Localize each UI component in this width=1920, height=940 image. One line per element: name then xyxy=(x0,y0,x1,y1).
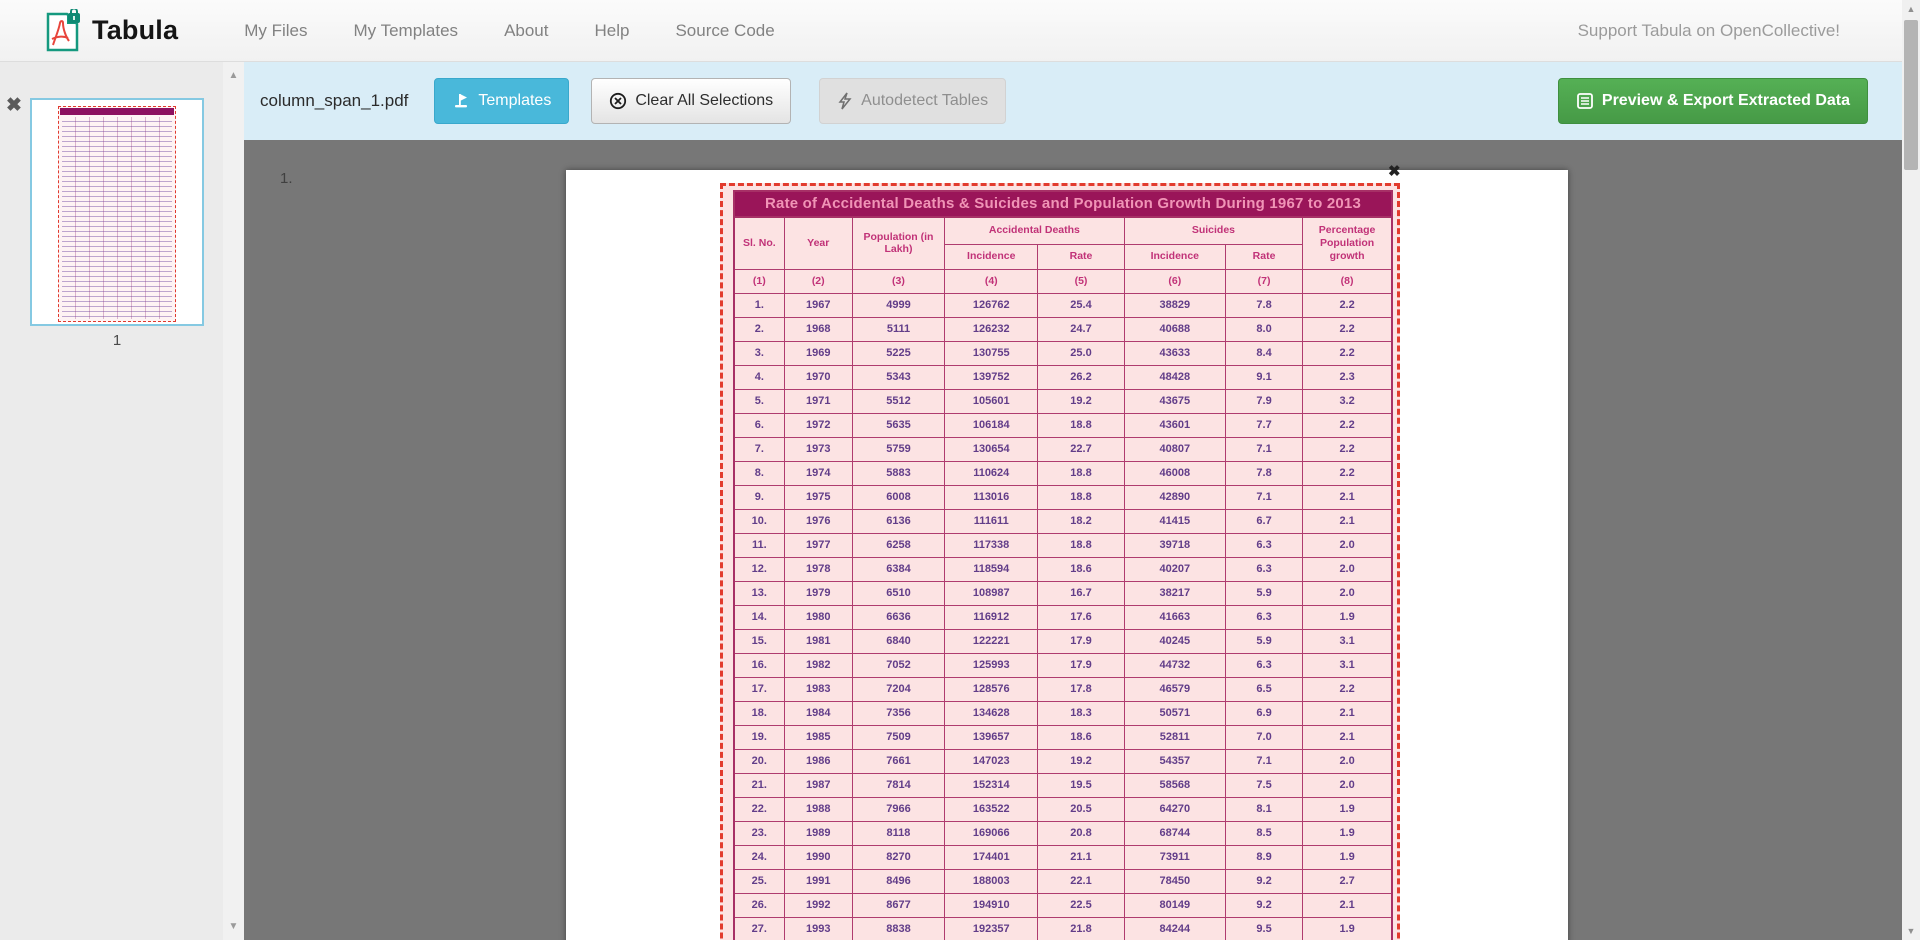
scrollbar-thumb[interactable] xyxy=(1904,20,1918,170)
support-link[interactable]: Support Tabula on OpenCollective! xyxy=(1578,21,1840,41)
nav-item-source-code[interactable]: Source Code xyxy=(675,21,774,41)
table-export-icon xyxy=(1576,92,1594,110)
template-icon xyxy=(452,92,470,110)
autodetect-tables-button[interactable]: Autodetect Tables xyxy=(819,78,1006,124)
thumbnail-table-rows xyxy=(62,117,172,319)
page-thumbnail[interactable] xyxy=(30,98,204,326)
autodetect-button-label: Autodetect Tables xyxy=(861,92,988,110)
scroll-up-icon[interactable]: ▲ xyxy=(1902,4,1920,14)
clear-selections-icon xyxy=(609,92,627,110)
thumbnail-page-number: 1 xyxy=(30,332,204,349)
preview-export-button[interactable]: Preview & Export Extracted Data xyxy=(1558,78,1868,124)
lightning-icon xyxy=(837,92,853,110)
table-selection-box[interactable] xyxy=(720,183,1400,940)
brand[interactable]: Tabula xyxy=(44,9,178,53)
navbar: Tabula My Files My Templates About Help … xyxy=(0,0,1920,62)
export-button-label: Preview & Export Extracted Data xyxy=(1602,92,1850,110)
nav-item-help[interactable]: Help xyxy=(595,21,630,41)
scroll-down-icon[interactable]: ▼ xyxy=(223,921,244,932)
nav-item-my-files[interactable]: My Files xyxy=(244,21,307,41)
close-file-icon[interactable]: ✖ xyxy=(6,96,22,115)
scroll-down-icon[interactable]: ▼ xyxy=(1902,926,1920,936)
clear-button-label: Clear All Selections xyxy=(635,92,773,110)
filename: column_span_1.pdf xyxy=(260,91,408,111)
clear-all-selections-button[interactable]: Clear All Selections xyxy=(591,78,791,124)
toolbar: column_span_1.pdf Templates xyxy=(244,62,1920,140)
sidebar-scrollbar[interactable]: ▲ ▼ xyxy=(223,62,244,940)
scroll-up-icon[interactable]: ▲ xyxy=(223,70,244,81)
remove-selection-icon[interactable]: ✖ xyxy=(1388,164,1401,179)
thumbnail-table-title xyxy=(60,108,174,115)
window-scrollbar[interactable]: ▲ ▼ xyxy=(1902,0,1920,940)
pdf-viewer-area: 1. Rate of Accidental Deaths & Suicides … xyxy=(244,140,1920,940)
nav-item-my-templates[interactable]: My Templates xyxy=(354,21,459,41)
pdf-page[interactable]: Rate of Accidental Deaths & Suicides and… xyxy=(566,170,1568,940)
templates-button[interactable]: Templates xyxy=(434,78,569,124)
page-label: 1. xyxy=(280,170,293,187)
thumbnail-selection xyxy=(58,106,176,322)
tabula-logo-icon xyxy=(44,9,82,53)
nav-item-about[interactable]: About xyxy=(504,21,548,41)
templates-button-label: Templates xyxy=(478,92,551,110)
sidebar: ✖ 1 ▲ ▼ xyxy=(0,62,244,940)
brand-name: Tabula xyxy=(92,15,178,46)
nav-links: My Files My Templates About Help Source … xyxy=(244,21,774,41)
